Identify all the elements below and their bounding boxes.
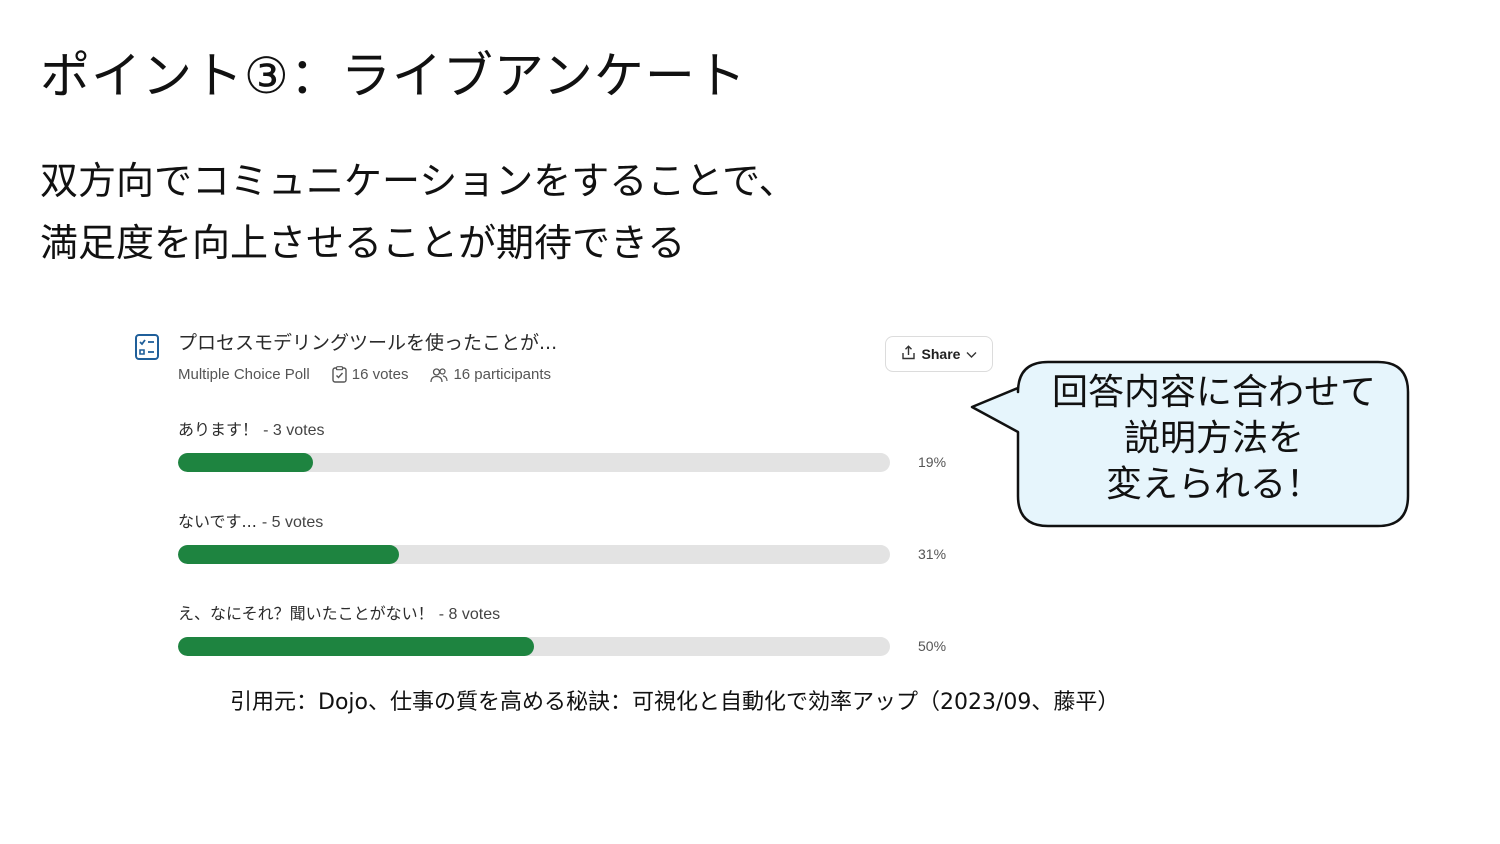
poll-option: あります！ - 3 votes 19% — [178, 416, 998, 486]
share-icon — [901, 345, 916, 363]
clipboard-check-icon — [332, 366, 347, 383]
option-bar-track — [178, 637, 890, 656]
option-votes: - 3 votes — [263, 422, 325, 439]
poll-option: ないです... - 5 votes 31% — [178, 508, 998, 578]
option-bar-fill — [178, 545, 399, 564]
speech-bubble-callout: 回答内容に合わせて 説明方法を 変えられる！ — [968, 360, 1412, 530]
callout-line-3: 変えられる！ — [1105, 464, 1322, 505]
subtitle-line-1: 双方向でコミュニケーションをすることで、 — [40, 159, 797, 203]
option-votes: - 8 votes — [438, 606, 501, 623]
participants-icon — [430, 367, 449, 383]
option-percent: 19% — [918, 454, 947, 470]
slide-subtitle: 双方向でコミュニケーションをすることで、 満足度を向上させることが期待できる — [40, 150, 797, 274]
poll-participants-count: 16 participants — [453, 366, 552, 383]
option-percent: 31% — [918, 546, 947, 562]
slide-title: ポイント③：ライブアンケート — [40, 47, 747, 105]
share-label: Share — [921, 346, 961, 362]
option-label: ないです... — [178, 512, 257, 531]
callout-text: 回答内容に合わせて 説明方法を 変えられる！ — [1020, 370, 1408, 508]
option-label: え、なにそれ？聞いたことがない！ — [178, 604, 434, 623]
option-label: あります！ — [178, 420, 259, 439]
option-bar-track — [178, 453, 890, 472]
citation-text: 引用元：Dojo、仕事の質を高める秘訣：可視化と自動化で効率アップ（2023/0… — [230, 690, 1120, 715]
poll-option: え、なにそれ？聞いたことがない！ - 8 votes 50% — [178, 600, 998, 670]
poll-type: Multiple Choice Poll — [178, 366, 310, 383]
poll-screenshot: プロセスモデリングツールを使ったことが... Multiple Choice P… — [132, 326, 1002, 666]
callout-line-2: 説明方法を — [1123, 418, 1304, 459]
option-percent: 50% — [918, 638, 947, 654]
subtitle-line-2: 満足度を向上させることが期待できる — [40, 221, 686, 265]
option-bar-track — [178, 545, 890, 564]
option-bar-fill — [178, 453, 314, 472]
poll-title: プロセスモデリングツールを使ったことが... — [178, 332, 558, 354]
checklist-icon — [135, 334, 159, 360]
option-votes: - 5 votes — [261, 514, 324, 531]
poll-meta: Multiple Choice Poll 16 votes 16 partici… — [178, 366, 551, 383]
poll-votes-count: 16 votes — [351, 366, 409, 383]
option-bar-fill — [178, 637, 534, 656]
callout-line-1: 回答内容に合わせて — [1051, 372, 1376, 413]
